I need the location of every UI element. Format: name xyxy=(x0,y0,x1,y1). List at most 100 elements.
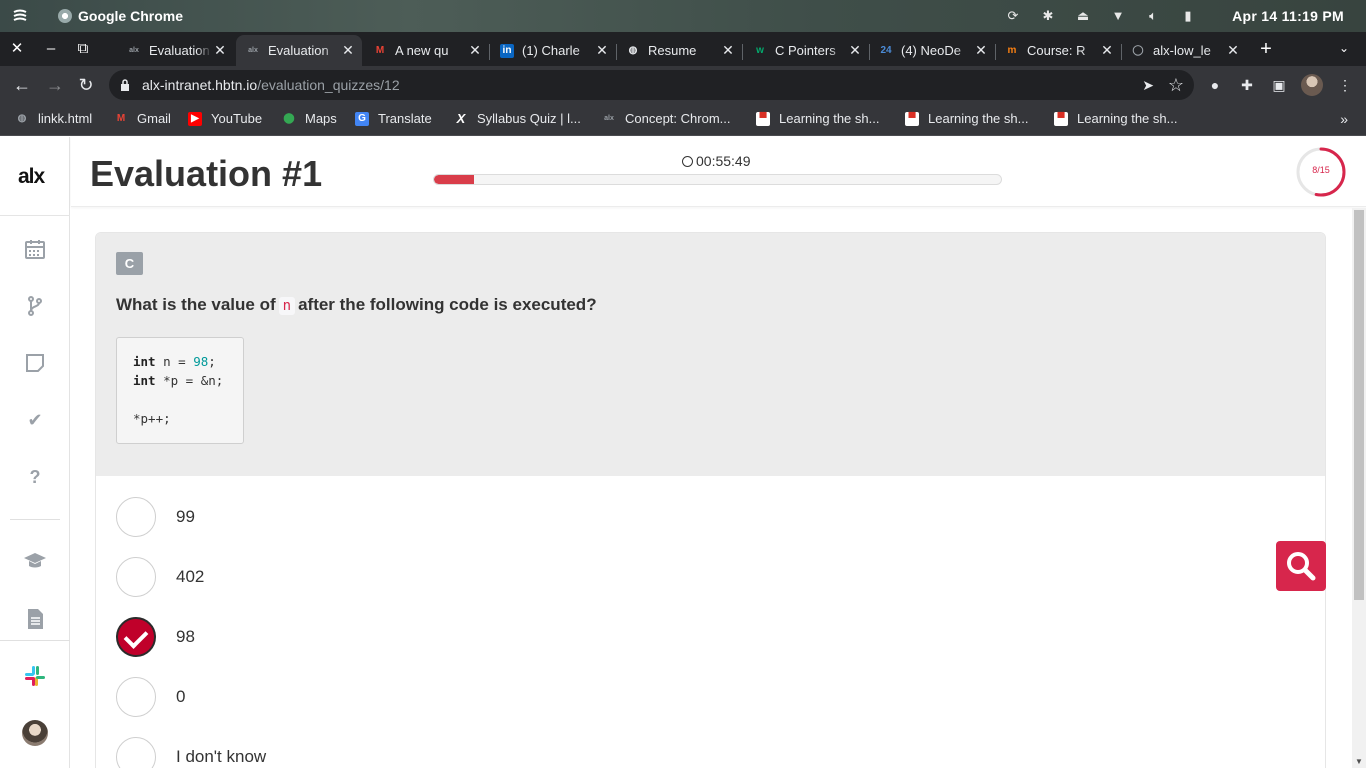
scrollbar-thumb[interactable] xyxy=(1354,210,1364,600)
document-icon[interactable] xyxy=(23,607,47,631)
search-icon xyxy=(1287,552,1316,581)
code-branch-icon[interactable] xyxy=(23,294,47,318)
os-top-bar: Google Chrome ⟳ ✱ ⏏ ▼ 🔈︎ ▮ Apr 14 11:19 … xyxy=(0,0,1366,32)
browser-tab[interactable]: in (1) Charle ✕ xyxy=(490,35,616,66)
bookmark-item[interactable]: G Translate xyxy=(355,111,432,126)
checkmark-icon[interactable]: ✔ xyxy=(23,408,47,432)
answer-option[interactable]: 0 xyxy=(116,677,716,717)
bookmark-item[interactable]: ◍ linkk.html xyxy=(15,111,93,126)
new-tab-icon[interactable]: + xyxy=(1257,39,1275,59)
window-close-icon[interactable]: ✕ xyxy=(9,41,25,57)
volume-icon[interactable]: 🔈︎ xyxy=(1145,8,1161,24)
answer-label[interactable]: 402 xyxy=(176,567,204,587)
answer-radio[interactable] xyxy=(116,677,156,717)
bookmark-item[interactable]: alx Concept: Chrom... xyxy=(602,111,731,126)
graduation-cap-icon[interactable] xyxy=(23,549,47,573)
language-tag: C xyxy=(116,252,143,275)
answer-radio[interactable] xyxy=(116,737,156,768)
browser-tab[interactable]: ◍ Resume ✕ xyxy=(616,35,742,66)
battery-icon[interactable]: ▮ xyxy=(1180,8,1196,24)
bookmark-star-icon[interactable]: ☆ xyxy=(1168,75,1184,96)
answer-option[interactable]: 99 xyxy=(116,497,716,537)
tab-title: Evaluation xyxy=(149,43,210,58)
forward-arrow-icon[interactable]: → xyxy=(45,75,65,95)
bookmark-item[interactable]: ⬤ Maps xyxy=(282,111,336,126)
bookmark-item[interactable]: X Syllabus Quiz | l... xyxy=(454,111,581,126)
scroll-down-arrow-icon[interactable]: ▼ xyxy=(1355,757,1363,766)
tab-search-chevron-icon[interactable]: ⌄ xyxy=(1336,41,1352,55)
tab-close-icon[interactable]: ✕ xyxy=(1225,42,1241,59)
answer-label[interactable]: 0 xyxy=(176,687,185,707)
network-user-icon[interactable]: ⏏ xyxy=(1075,8,1091,24)
answer-label[interactable]: I don't know xyxy=(176,747,266,767)
extensions-puzzle-icon[interactable]: ✚ xyxy=(1238,76,1256,94)
question-mark-icon[interactable]: ? xyxy=(23,465,47,489)
bookmark-item[interactable]: ▀ Learning the sh... xyxy=(905,111,1028,126)
send-tab-icon[interactable]: ➤ xyxy=(1142,77,1154,94)
reload-icon[interactable]: ↻ xyxy=(76,75,96,95)
lock-icon[interactable] xyxy=(120,79,130,91)
answer-radio-checked[interactable] xyxy=(116,617,156,657)
tab-close-icon[interactable]: ✕ xyxy=(973,42,989,59)
activities-icon[interactable] xyxy=(12,8,28,24)
answer-option[interactable]: I don't know xyxy=(116,737,716,768)
tab-close-icon[interactable]: ✕ xyxy=(594,42,610,59)
search-button[interactable] xyxy=(1276,541,1326,591)
gmail-icon: M xyxy=(116,112,126,124)
slack-icon[interactable] xyxy=(23,664,47,688)
bookmark-item[interactable]: ▀ Learning the sh... xyxy=(1054,111,1177,126)
extension-dot-icon[interactable]: ● xyxy=(1206,76,1224,94)
answer-option[interactable]: 98 xyxy=(116,617,716,657)
tab-close-icon[interactable]: ✕ xyxy=(212,42,228,59)
browser-tab[interactable]: ◯ alx-low_le ✕ xyxy=(1121,35,1247,66)
calendar-icon[interactable] xyxy=(23,237,47,261)
tab-close-icon[interactable]: ✕ xyxy=(340,42,356,59)
tab-close-icon[interactable]: ✕ xyxy=(847,42,863,59)
window-restore-icon[interactable]: ⧉ xyxy=(75,41,91,57)
bookmark-item[interactable]: M Gmail xyxy=(114,111,171,126)
sticky-note-icon[interactable] xyxy=(23,351,47,375)
tab-close-icon[interactable]: ✕ xyxy=(1099,42,1115,59)
wifi-icon[interactable]: ▼ xyxy=(1110,8,1126,24)
sync-icon[interactable]: ⟳ xyxy=(1005,8,1021,24)
bookmark-item[interactable]: ▀ Learning the sh... xyxy=(756,111,879,126)
url-text[interactable]: alx-intranet.hbtn.io/evaluation_quizzes/… xyxy=(142,77,400,93)
browser-tab[interactable]: m Course: R ✕ xyxy=(995,35,1121,66)
github-icon: ◯ xyxy=(1132,44,1144,56)
tab-close-icon[interactable]: ✕ xyxy=(720,42,736,59)
window-minimize-icon[interactable]: – xyxy=(43,41,59,57)
system-clock[interactable]: Apr 14 11:19 PM xyxy=(1232,8,1344,24)
bug-icon[interactable]: ✱ xyxy=(1040,8,1056,24)
answer-label[interactable]: 98 xyxy=(176,627,195,647)
browser-tab[interactable]: w C Pointers ✕ xyxy=(743,35,869,66)
chrome-menu-icon[interactable]: ⋮ xyxy=(1336,76,1354,94)
vertical-scrollbar[interactable]: ▼ xyxy=(1352,208,1366,768)
bookmarks-overflow-icon[interactable]: » xyxy=(1340,111,1348,127)
answer-label[interactable]: 99 xyxy=(176,507,195,527)
question-header: C What is the value of n after the followi… xyxy=(96,233,1325,476)
app-name[interactable]: Google Chrome xyxy=(78,8,183,24)
profile-avatar[interactable] xyxy=(1301,74,1323,96)
alx-logo[interactable]: alx xyxy=(18,165,45,189)
url-host: alx-intranet.hbtn.io xyxy=(142,77,258,93)
answer-radio[interactable] xyxy=(116,497,156,537)
youtube-icon: ▶ xyxy=(188,111,202,126)
code-line: *p++; xyxy=(133,411,171,426)
bookmark-item[interactable]: ▶ YouTube xyxy=(188,111,262,126)
browser-tab[interactable]: alx Evaluation ✕ xyxy=(236,35,362,66)
answer-radio[interactable] xyxy=(116,557,156,597)
browser-tab[interactable]: alx Evaluation ✕ xyxy=(117,35,234,66)
alx-icon: alx xyxy=(129,46,139,54)
browser-tab[interactable]: 24 (4) NeoDe ✕ xyxy=(869,35,995,66)
browser-tab[interactable]: M A new qu ✕ xyxy=(363,35,489,66)
side-panel-icon[interactable]: ▣ xyxy=(1270,76,1288,94)
tab-close-icon[interactable]: ✕ xyxy=(467,42,483,59)
user-avatar[interactable] xyxy=(22,720,48,746)
back-arrow-icon[interactable]: ← xyxy=(12,75,32,95)
answer-option[interactable]: 402 xyxy=(116,557,716,597)
code-line: int n = 98; xyxy=(133,354,216,369)
bookmark-label: Concept: Chrom... xyxy=(625,111,731,126)
system-tray: ⟳ ✱ ⏏ ▼ 🔈︎ ▮ xyxy=(1005,8,1196,24)
globe-icon: ◍ xyxy=(628,44,638,56)
address-bar[interactable]: alx-intranet.hbtn.io/evaluation_quizzes/… xyxy=(109,70,1194,100)
